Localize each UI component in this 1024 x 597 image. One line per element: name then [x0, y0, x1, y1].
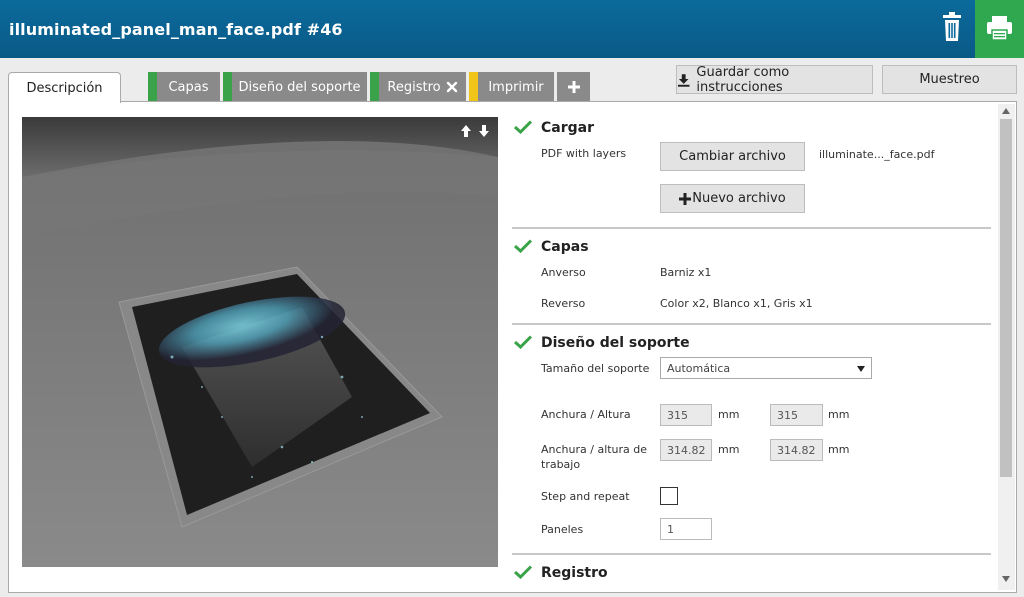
arrow-up-icon[interactable] — [460, 124, 472, 138]
work-size-label: Anchura / altura de trabajo — [541, 443, 648, 471]
scroll-up-icon[interactable] — [1002, 108, 1010, 114]
section-divider — [512, 227, 991, 229]
app-header: illuminated_panel_man_face.pdf #46 — [0, 0, 1024, 58]
new-file-button[interactable]: Nuevo archivo — [660, 184, 805, 213]
front-label: Anverso — [541, 266, 586, 279]
printer-icon — [987, 16, 1012, 41]
unit-label: mm — [828, 408, 850, 421]
section-divider — [512, 323, 991, 325]
change-file-button[interactable]: Cambiar archivo — [660, 142, 805, 171]
check-icon — [514, 565, 532, 579]
sample-button[interactable]: Muestreo — [882, 65, 1017, 94]
work-height-field[interactable]: 314.82 — [770, 439, 823, 461]
step-repeat-checkbox[interactable] — [660, 487, 678, 505]
sample-label: Muestreo — [919, 72, 980, 87]
save-as-instructions-button[interactable]: Guardar como instrucciones — [676, 64, 873, 95]
arrow-down-icon[interactable] — [478, 124, 490, 138]
scroll-thumb[interactable] — [1000, 119, 1012, 477]
media-size-value: Automática — [667, 361, 731, 375]
tab-capas[interactable]: Capas — [148, 72, 220, 102]
section-title-cargar: Cargar — [541, 120, 594, 136]
tab-descripcion[interactable]: Descripción — [8, 72, 121, 103]
status-indicator — [223, 72, 232, 102]
media-size-select[interactable]: Automática — [660, 357, 872, 379]
tab-label: Diseño del soporte — [238, 79, 361, 95]
close-icon[interactable] — [446, 81, 458, 93]
trash-icon — [943, 12, 961, 41]
unit-label: mm — [718, 443, 740, 456]
section-title-registro: Registro — [541, 565, 608, 581]
3d-preview[interactable] — [22, 117, 498, 567]
preview-canvas — [22, 117, 498, 567]
status-indicator — [148, 72, 157, 102]
panels-label: Paneles — [541, 523, 584, 536]
step-repeat-label: Step and repeat — [541, 490, 630, 503]
back-value: Color x2, Blanco x1, Gris x1 — [660, 297, 813, 310]
media-size-label: Tamaño del soporte — [541, 362, 650, 375]
file-type-label: PDF with layers — [541, 147, 627, 160]
new-file-label: Nuevo archivo — [692, 191, 786, 206]
front-value: Barniz x1 — [660, 266, 712, 279]
width-field[interactable]: 315 — [660, 404, 712, 426]
vertical-scrollbar[interactable] — [998, 104, 1015, 590]
back-label: Reverso — [541, 297, 586, 310]
check-icon — [514, 239, 532, 253]
section-title-capas: Capas — [541, 239, 589, 255]
delete-button[interactable] — [936, 10, 968, 46]
plus-icon — [679, 192, 692, 205]
check-icon — [514, 335, 532, 349]
tab-imprimir[interactable]: Imprimir — [469, 72, 554, 102]
add-tab-button[interactable] — [557, 72, 590, 102]
save-label: Guardar como instrucciones — [696, 64, 790, 95]
tab-label: Descripción — [26, 80, 103, 96]
tab-diseno-soporte[interactable]: Diseño del soporte — [223, 72, 367, 102]
panels-field[interactable]: 1 — [660, 518, 712, 540]
section-title-diseno: Diseño del soporte — [541, 335, 690, 351]
download-icon — [677, 73, 690, 87]
change-file-label: Cambiar archivo — [679, 149, 786, 164]
check-icon — [514, 120, 532, 134]
caret-down-icon — [857, 366, 865, 372]
unit-label: mm — [718, 408, 740, 421]
width-height-label: Anchura / Altura — [541, 408, 631, 421]
file-name: illuminate..._face.pdf — [819, 148, 935, 161]
tab-label: Registro — [387, 79, 441, 95]
plus-icon — [567, 81, 580, 93]
tab-registro[interactable]: Registro — [370, 72, 466, 102]
unit-label: mm — [828, 443, 850, 456]
height-field[interactable]: 315 — [770, 404, 823, 426]
status-indicator — [469, 72, 478, 102]
section-divider — [512, 553, 991, 555]
document-title: illuminated_panel_man_face.pdf #46 — [9, 20, 343, 39]
scroll-down-icon[interactable] — [1002, 576, 1010, 582]
status-indicator — [370, 72, 379, 102]
print-button[interactable] — [975, 0, 1024, 58]
work-width-field[interactable]: 314.82 — [660, 439, 712, 461]
tab-label: Imprimir — [488, 79, 544, 95]
tab-label: Capas — [168, 79, 209, 95]
